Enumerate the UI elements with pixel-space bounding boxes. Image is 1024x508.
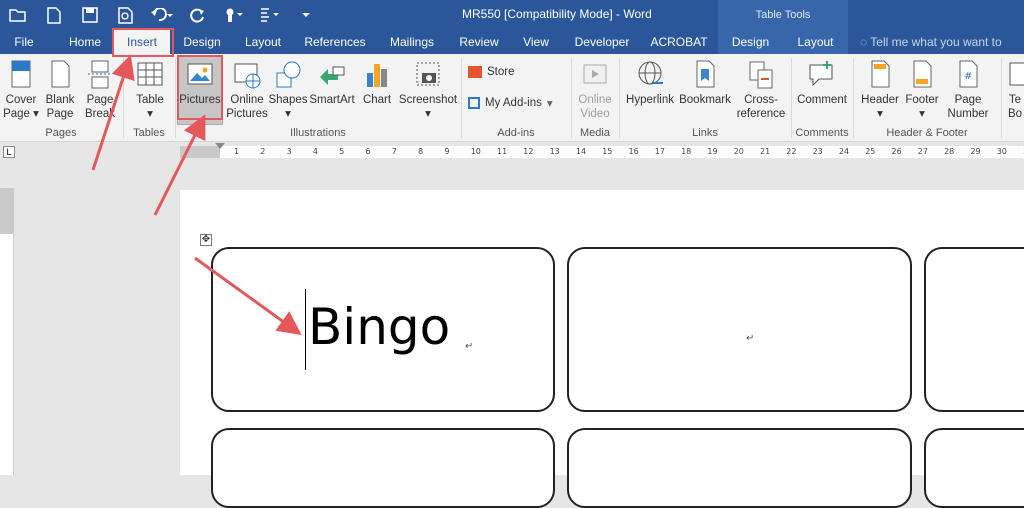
- arrow-to-pictures: [153, 114, 206, 216]
- arrow-to-insert: [91, 54, 135, 171]
- arrow-to-bingo: [194, 256, 302, 336]
- annotation-arrows: [91, 54, 302, 336]
